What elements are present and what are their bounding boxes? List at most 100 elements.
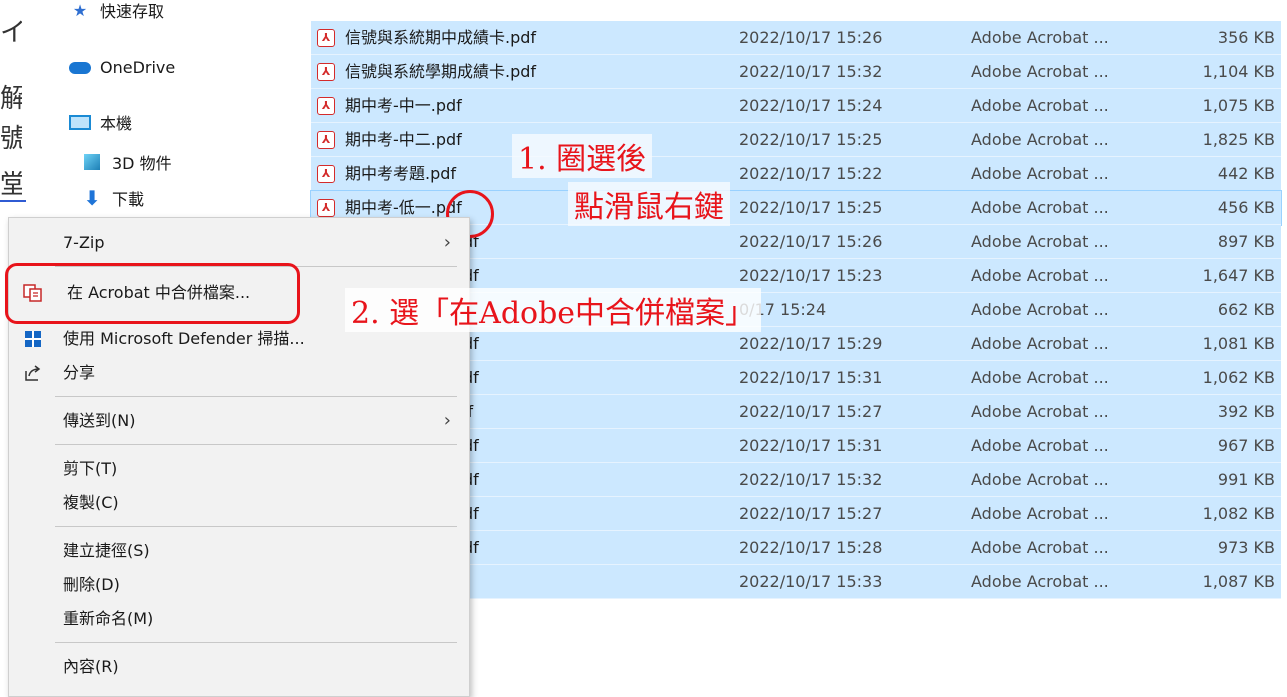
nav-item-downloads[interactable]: ⬇ 下載	[80, 186, 144, 210]
file-type: Adobe Acrobat ...	[971, 28, 1109, 47]
file-size: 967 KB	[1217, 436, 1275, 455]
navigation-pane: ★ 快速存取 OneDrive 本機 3D 物件 ⬇ 下載	[0, 0, 300, 215]
file-row[interactable]: ⅄ 期中考-中一.pdf 2022/10/17 15:24 Adobe Acrobat…	[311, 89, 1281, 123]
file-row[interactable]: ⅄ 期中考考題.pdf 2022/10/17 15:22 Adobe Acrobat …	[311, 157, 1281, 191]
file-type: Adobe Acrobat ...	[971, 470, 1109, 489]
file-row[interactable]: ⅄ 信號與系統學期成績卡.pdf 2022/10/17 15:32 Adobe Acr…	[311, 55, 1281, 89]
menu-item-create-shortcut[interactable]: 建立捷徑(S)	[9, 534, 469, 568]
file-type: Adobe Acrobat ...	[971, 62, 1109, 81]
file-type: Adobe Acrobat ...	[971, 164, 1109, 183]
file-size: 991 KB	[1217, 470, 1275, 489]
file-size: 456 KB	[1217, 198, 1275, 217]
menu-item-label: 分享	[63, 363, 96, 382]
pdf-file-icon: ⅄	[317, 131, 335, 149]
file-date: 2022/10/17 15:32	[739, 62, 883, 81]
file-type: Adobe Acrobat ...	[971, 368, 1109, 387]
file-date: 2022/10/17 15:27	[739, 504, 883, 523]
file-date: 2022/10/17 15:26	[739, 28, 883, 47]
share-icon	[23, 364, 43, 382]
file-type: Adobe Acrobat ...	[971, 232, 1109, 251]
file-size: 1,825 KB	[1202, 130, 1275, 149]
file-size: 392 KB	[1217, 402, 1275, 421]
annotation-step1-line2: 點滑鼠右鍵	[568, 182, 730, 226]
file-size: 662 KB	[1217, 300, 1275, 319]
file-type: Adobe Acrobat ...	[971, 572, 1109, 591]
pdf-file-icon: ⅄	[317, 97, 335, 115]
file-type: Adobe Acrobat ...	[971, 130, 1109, 149]
menu-item-properties[interactable]: 內容(R)	[9, 650, 469, 684]
pdf-file-icon: ⅄	[317, 29, 335, 47]
file-date: 2022/10/17 15:27	[739, 402, 883, 421]
nav-item-onedrive[interactable]: OneDrive	[68, 58, 175, 77]
pdf-file-icon: ⅄	[317, 63, 335, 81]
annotation-highlight-box	[5, 263, 300, 324]
file-date: 2022/10/17 15:31	[739, 368, 883, 387]
menu-item-label: 複製(C)	[63, 493, 119, 512]
file-size: 1,104 KB	[1202, 62, 1275, 81]
file-date: 2022/10/17 15:31	[739, 436, 883, 455]
file-size: 1,062 KB	[1202, 368, 1275, 387]
cloud-icon	[68, 59, 92, 77]
file-size: 897 KB	[1217, 232, 1275, 251]
file-date: 2022/10/17 15:23	[739, 266, 883, 285]
menu-item-cut[interactable]: 剪下(T)	[9, 452, 469, 486]
pdf-file-icon: ⅄	[317, 165, 335, 183]
menu-item-label: 傳送到(N)	[63, 411, 136, 430]
file-type: Adobe Acrobat ...	[971, 266, 1109, 285]
menu-item-7zip[interactable]: 7-Zip ›	[9, 226, 469, 260]
menu-item-label: 刪除(D)	[63, 575, 120, 594]
file-name: 期中考考題.pdf	[345, 164, 457, 183]
file-name: 信號與系統學期成績卡.pdf	[345, 62, 537, 81]
menu-item-label: 建立捷徑(S)	[63, 541, 150, 560]
file-size: 1,647 KB	[1202, 266, 1275, 285]
nav-item-this-pc[interactable]: 本機	[68, 110, 132, 134]
menu-item-label: 剪下(T)	[63, 459, 118, 478]
menu-item-label: 7-Zip	[63, 233, 105, 252]
menu-item-copy[interactable]: 複製(C)	[9, 486, 469, 520]
menu-item-label: 重新命名(M)	[63, 609, 154, 628]
cube-icon	[80, 153, 104, 171]
file-type: Adobe Acrobat ...	[971, 538, 1109, 557]
file-type: Adobe Acrobat ...	[971, 96, 1109, 115]
menu-separator	[55, 444, 457, 445]
computer-icon	[68, 113, 92, 131]
annotation-step1-line1: 1. 圈選後	[512, 134, 653, 178]
menu-item-label: 內容(R)	[63, 657, 119, 676]
file-name: 期中考-中二.pdf	[345, 130, 462, 149]
file-size: 1,081 KB	[1202, 334, 1275, 353]
file-name-cell: ⅄ 信號與系統學期成績卡.pdf	[317, 55, 777, 89]
file-name-cell: ⅄ 期中考-中一.pdf	[317, 89, 777, 123]
file-type: Adobe Acrobat ...	[971, 198, 1109, 217]
nav-item-label: 3D 物件	[112, 154, 172, 173]
file-date: 0/17 15:24	[739, 300, 827, 319]
file-size: 1,087 KB	[1202, 572, 1275, 591]
nav-item-label: 本機	[100, 114, 133, 133]
file-name-cell: ⅄ 信號與系統期中成績卡.pdf	[317, 21, 777, 55]
file-row[interactable]: ⅄ 期中考-中二.pdf 2022/10/17 15:25 Adobe Acrobat…	[311, 123, 1281, 157]
nav-item-label: OneDrive	[100, 58, 176, 77]
menu-separator	[55, 396, 457, 397]
file-name: 信號與系統期中成績卡.pdf	[345, 28, 537, 47]
file-type: Adobe Acrobat ...	[971, 504, 1109, 523]
menu-separator	[55, 642, 457, 643]
nav-item-label: 快速存取	[100, 2, 165, 21]
file-type: Adobe Acrobat ...	[971, 402, 1109, 421]
chevron-right-icon: ›	[443, 410, 451, 431]
nav-item-3d-objects[interactable]: 3D 物件	[80, 150, 172, 174]
file-size: 1,082 KB	[1202, 504, 1275, 523]
annotation-step2: 2. 選「在Adobe中合併檔案」	[345, 288, 762, 332]
file-row[interactable]: ⅄ 信號與系統期中成績卡.pdf 2022/10/17 15:26 Adobe Acr…	[311, 21, 1281, 55]
menu-item-share[interactable]: 分享	[9, 356, 469, 390]
menu-item-rename[interactable]: 重新命名(M)	[9, 602, 469, 636]
menu-item-send-to[interactable]: 傳送到(N) ›	[9, 404, 469, 438]
nav-item-quick-access[interactable]: ★ 快速存取	[68, 0, 164, 22]
file-date: 2022/10/17 15:25	[739, 198, 883, 217]
chevron-right-icon: ›	[443, 232, 451, 253]
file-type: Adobe Acrobat ...	[971, 436, 1109, 455]
menu-item-delete[interactable]: 刪除(D)	[9, 568, 469, 602]
menu-separator	[55, 526, 457, 527]
file-date: 2022/10/17 15:26	[739, 232, 883, 251]
file-size: 442 KB	[1217, 164, 1275, 183]
file-date: 2022/10/17 15:25	[739, 130, 883, 149]
file-date: 2022/10/17 15:32	[739, 470, 883, 489]
